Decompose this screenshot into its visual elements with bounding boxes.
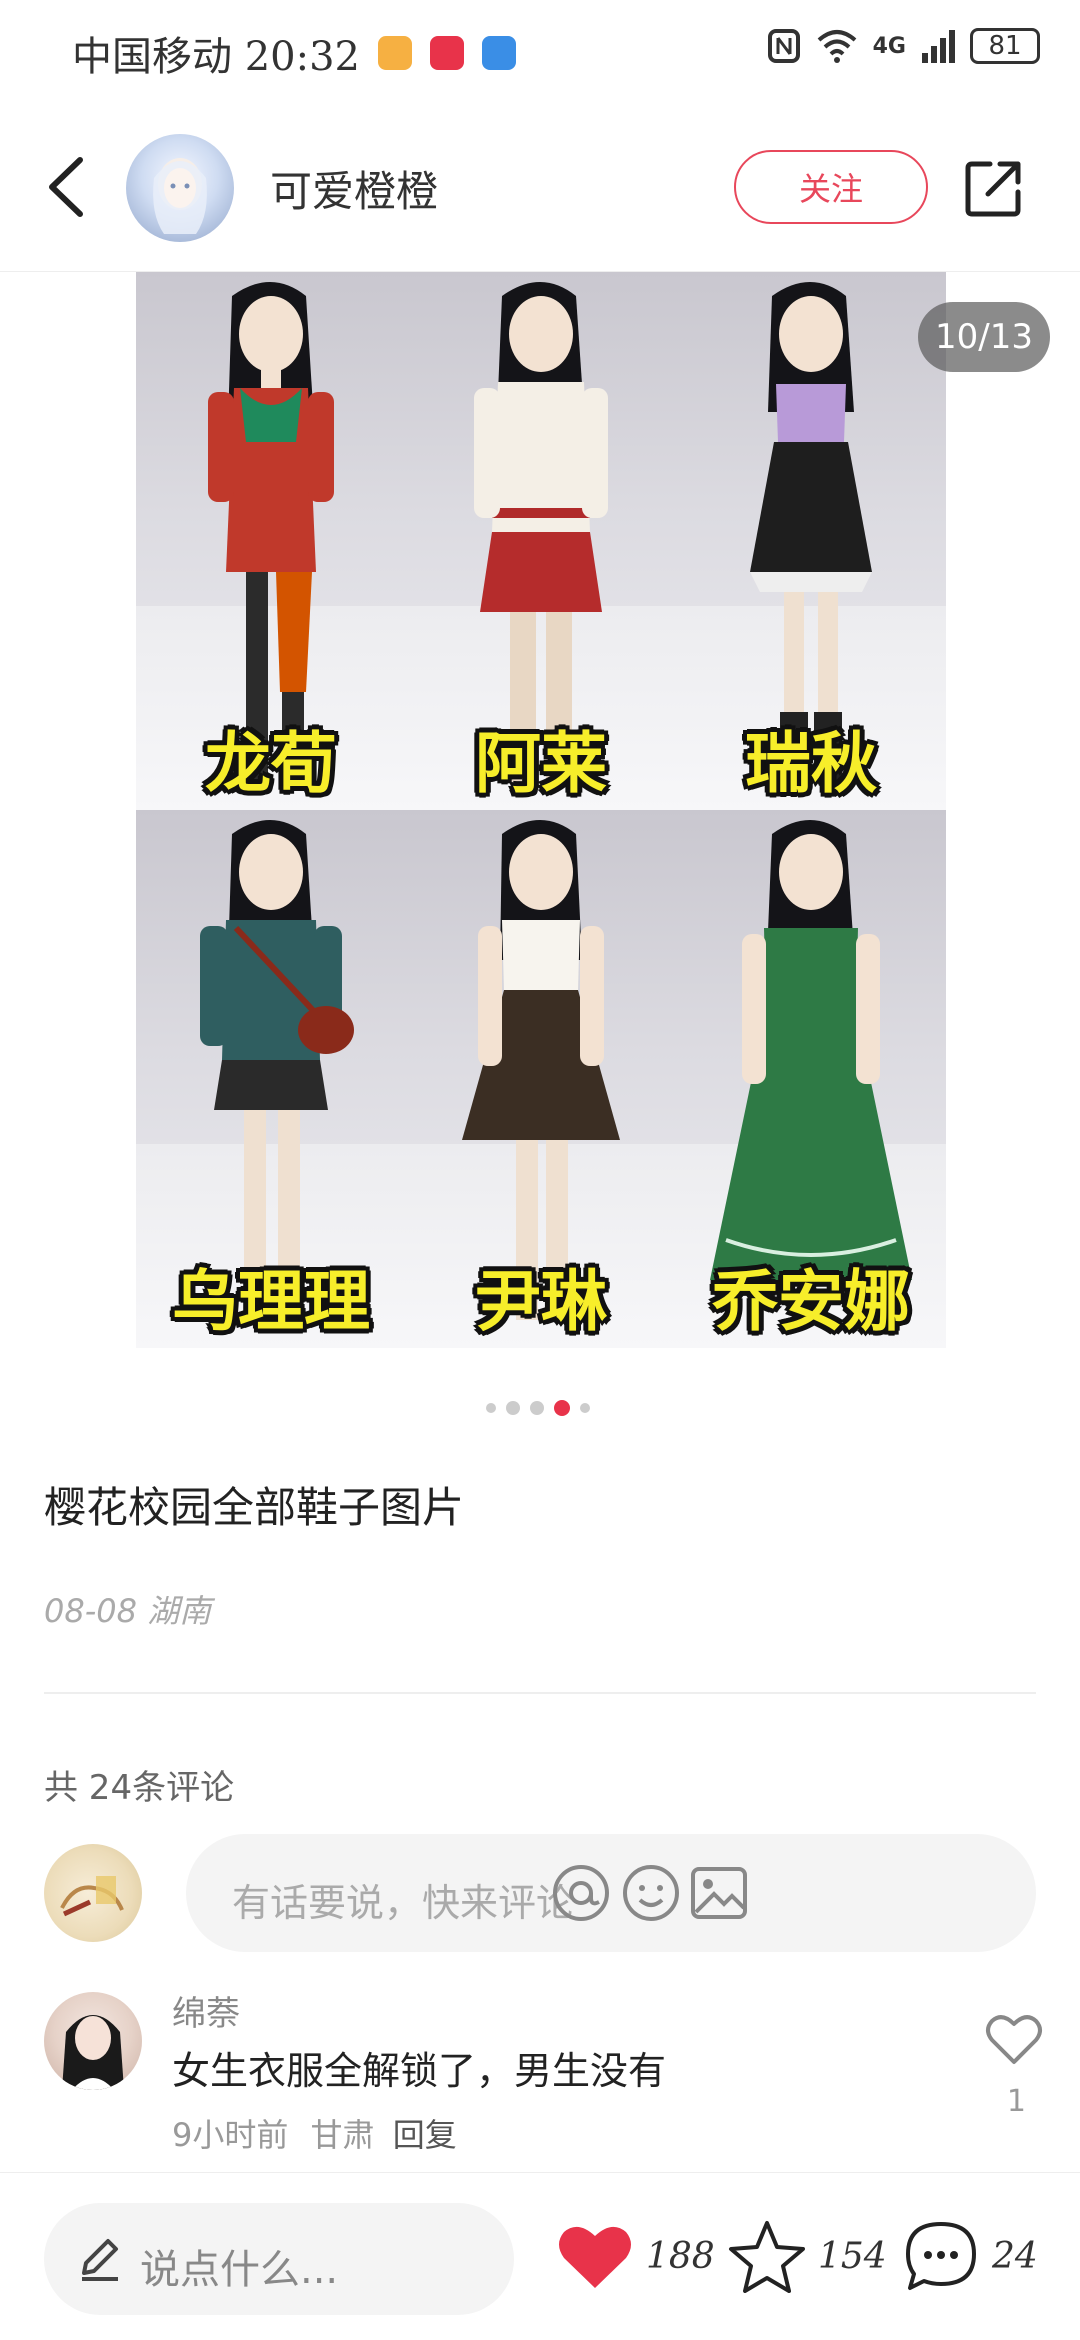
page-counter: 10/13 <box>918 302 1050 372</box>
comment-bubble-icon <box>906 2222 976 2290</box>
follow-button[interactable]: 关注 <box>734 150 928 224</box>
comment-like-icon[interactable] <box>984 2010 1044 2066</box>
post-header: 可爱橙橙 关注 <box>0 100 1080 272</box>
comment-count: 共 24条评论 <box>44 1768 235 1808</box>
say-something-input[interactable]: 说点什么... <box>44 2203 514 2315</box>
carousel-dot <box>580 1403 590 1413</box>
battery-level: 81 <box>988 31 1022 61</box>
battery-icon: 81 <box>970 28 1040 64</box>
carousel-dot <box>506 1401 520 1415</box>
commenter-avatar[interactable] <box>44 1992 142 2090</box>
wifi-icon <box>817 30 856 63</box>
signal-icon <box>922 30 955 63</box>
author-avatar[interactable] <box>126 134 234 242</box>
comment-text: 女生衣服全解锁了，男生没有 <box>172 2049 667 2093</box>
divider <box>44 1692 1036 1694</box>
comment-input-placeholder: 有话要说，快来评论 <box>232 1881 575 1925</box>
character-tile: 龙荀 <box>136 272 406 810</box>
image-icon[interactable] <box>688 1862 750 1924</box>
carousel-dot-active <box>554 1400 570 1416</box>
collect-count: 154 <box>818 2235 887 2277</box>
comment-action-count: 24 <box>992 2235 1038 2277</box>
emoji-icon[interactable] <box>620 1862 682 1924</box>
like-action[interactable]: 188 <box>556 2201 715 2311</box>
author-name[interactable]: 可爱橙橙 <box>270 158 438 219</box>
carousel-dots <box>486 1400 590 1416</box>
mail-notification-icon <box>430 36 464 70</box>
post-meta: 08-08 湖南 <box>44 1592 212 1630</box>
comment-meta: 9小时前 甘肃 回复 <box>172 2110 457 2156</box>
back-icon[interactable] <box>36 150 96 224</box>
reply-button[interactable]: 回复 <box>393 2116 457 2154</box>
status-bar: 中国移动 20:32 4G 81 <box>0 0 1080 100</box>
my-avatar-illustration <box>60 1876 124 1917</box>
star-icon <box>729 2221 805 2293</box>
character-tile: 乔安娜 <box>676 810 946 1348</box>
comment-time: 9小时前 <box>172 2116 289 2154</box>
post-title: 樱花校园全部鞋子图片 <box>44 1483 465 1532</box>
heart-icon <box>559 2226 631 2288</box>
comment-location: 甘肃 <box>310 2116 375 2154</box>
comment-input[interactable]: 有话要说，快来评论 <box>186 1834 1036 1952</box>
comment-action[interactable]: 24 <box>902 2201 1038 2311</box>
post-image[interactable]: 龙荀 阿莱 瑞秋 乌理理 尹琳 乔安娜 <box>136 272 946 1348</box>
character-tile: 瑞秋 <box>676 272 946 810</box>
character-name-label: 乌理理 <box>172 1263 370 1340</box>
nfc-icon <box>767 29 800 63</box>
my-avatar <box>44 1844 142 1942</box>
character-tile: 尹琳 <box>406 810 676 1348</box>
character-name-label: 乔安娜 <box>712 1263 910 1340</box>
pencil-icon <box>82 2239 118 2281</box>
carousel-dot <box>530 1401 544 1415</box>
collect-action[interactable]: 154 <box>728 2201 887 2311</box>
say-something-placeholder: 说点什么... <box>140 2247 339 2293</box>
character-name-label: 龙荀 <box>205 725 337 802</box>
character-name-label: 阿莱 <box>475 725 607 802</box>
status-right: 4G 81 <box>767 28 1040 64</box>
share-icon[interactable] <box>962 156 1026 220</box>
network-label: 4G <box>872 33 906 59</box>
cloud-notification-icon <box>482 36 516 70</box>
carrier-time: 中国移动 20:32 <box>72 34 360 80</box>
like-count: 188 <box>646 2235 715 2277</box>
bottom-bar: 说点什么... 188 154 24 <box>0 2172 1080 2340</box>
comment-item: 绵萘 女生衣服全解锁了，男生没有 9小时前 甘肃 回复 1 <box>44 1984 1044 2174</box>
comment-like-count: 1 <box>1006 2084 1026 2119</box>
character-name-label: 瑞秋 <box>745 725 877 802</box>
app-notification-icon <box>378 36 412 70</box>
carousel-dot <box>486 1403 496 1413</box>
character-tile: 乌理理 <box>136 810 406 1348</box>
mention-icon[interactable] <box>550 1862 612 1924</box>
status-left: 中国移动 20:32 <box>72 24 516 82</box>
character-name-label: 尹琳 <box>475 1263 607 1340</box>
commenter-avatar-illustration <box>62 2015 124 2090</box>
avatar-illustration <box>153 158 207 234</box>
character-tile: 阿莱 <box>406 272 676 810</box>
commenter-name[interactable]: 绵萘 <box>172 1986 240 2035</box>
